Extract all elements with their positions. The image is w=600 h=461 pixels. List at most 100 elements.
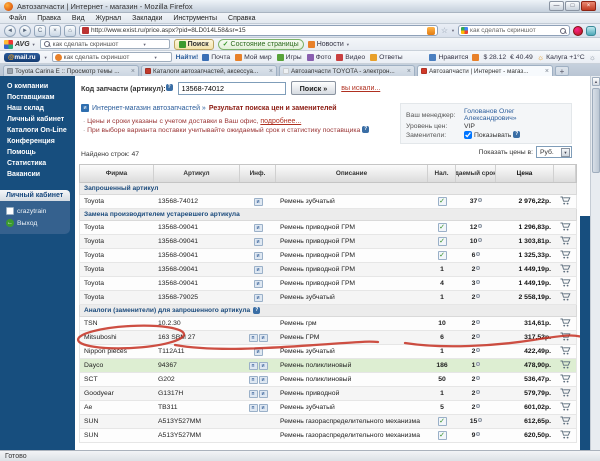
add-to-cart-button[interactable] — [554, 196, 576, 207]
mailru-item-0[interactable]: Почта — [202, 54, 230, 61]
add-to-cart-button[interactable] — [554, 264, 576, 275]
search-parts-button[interactable]: Поиск » — [291, 81, 337, 95]
tab-1[interactable]: Каталоги автозапчастей, аксессуа...× — [141, 65, 277, 76]
browser-search-box[interactable] — [458, 25, 570, 36]
close-button[interactable]: × — [581, 1, 596, 11]
menu-item-4[interactable]: Закладки — [127, 15, 167, 22]
url-input[interactable] — [91, 27, 425, 34]
sidebar-item-5[interactable]: Конференция — [0, 136, 75, 147]
avg-badge-icon[interactable] — [573, 26, 583, 36]
menu-item-1[interactable]: Правка — [32, 15, 66, 22]
news-dropdown-icon[interactable]: ▼ — [346, 42, 350, 47]
mailru-item-1[interactable]: Мой мир — [235, 54, 271, 61]
usd-rate[interactable]: $ 28.12 — [483, 54, 506, 61]
add-to-cart-button[interactable] — [554, 292, 576, 303]
help-icon[interactable]: ? — [513, 131, 520, 138]
mailru-logo[interactable]: @mail.ru — [4, 53, 40, 62]
add-to-cart-button[interactable] — [554, 236, 576, 247]
help-icon[interactable]: ? — [166, 84, 173, 91]
part-info-icon[interactable]: п — [249, 334, 258, 342]
search-engine-icon[interactable] — [461, 27, 468, 34]
menu-item-2[interactable]: Вид — [67, 15, 90, 22]
search-history-link[interactable]: вы искали... — [341, 85, 380, 92]
add-to-cart-button[interactable] — [554, 222, 576, 233]
part-info-icon[interactable]: и — [254, 280, 263, 288]
part-info-icon[interactable]: и — [254, 238, 263, 246]
part-info-icon[interactable]: и — [254, 266, 263, 274]
sidebar-item-1[interactable]: Поставщикам — [0, 92, 75, 103]
breadcrumb-section[interactable]: Интернет-магазин автозапчастей » — [92, 105, 206, 112]
gear-icon[interactable]: ☼ — [589, 53, 596, 62]
part-info-icon[interactable]: и — [254, 224, 263, 232]
mailru-search-input[interactable] — [64, 54, 152, 61]
help-icon[interactable]: ? — [253, 307, 260, 314]
scroll-up-icon[interactable]: ▲ — [592, 77, 600, 86]
part-info-icon[interactable]: п — [249, 362, 258, 370]
menu-item-5[interactable]: Инструменты — [168, 15, 222, 22]
show-substitutes-checkbox[interactable] — [464, 131, 472, 139]
part-info-icon[interactable]: и — [254, 294, 263, 302]
tab-close-icon[interactable]: × — [407, 68, 411, 75]
part-info-icon[interactable]: и — [259, 404, 268, 412]
menu-item-0[interactable]: Файл — [4, 15, 31, 22]
maximize-button[interactable]: □ — [565, 1, 580, 11]
details-link[interactable]: подробнее... — [260, 118, 301, 125]
forward-button[interactable]: ► — [19, 25, 31, 37]
part-info-icon[interactable]: п — [249, 404, 258, 412]
minimize-button[interactable]: — — [549, 1, 564, 11]
vertical-scrollbar[interactable]: ▲ — [590, 76, 600, 450]
part-info-icon[interactable]: и — [254, 348, 263, 356]
tab-close-icon[interactable]: × — [131, 68, 135, 75]
new-tab-button[interactable]: + — [555, 66, 569, 76]
tab-3[interactable]: Автозапчасти | Интернет - магаз...× — [417, 65, 553, 76]
sidebar-item-0[interactable]: О компании — [0, 81, 75, 92]
part-info-icon[interactable]: и — [254, 198, 263, 206]
col-article[interactable]: Артикул — [154, 165, 240, 182]
bookmark-icon[interactable] — [472, 54, 479, 61]
col-info[interactable]: Инф. — [240, 165, 276, 182]
avg-news-button[interactable]: Новости ▼ — [308, 41, 350, 48]
browser-search-input[interactable] — [470, 27, 557, 34]
mailru-item-4[interactable]: Видео — [336, 54, 365, 61]
part-info-icon[interactable]: и — [259, 362, 268, 370]
mailru-item-3[interactable]: Фото — [307, 54, 332, 61]
add-to-cart-button[interactable] — [554, 360, 576, 371]
mailru-search-box[interactable]: ▼ — [52, 52, 172, 62]
add-to-cart-button[interactable] — [554, 402, 576, 413]
tab-0[interactable]: Toyota Carina E :: Просмотр темы ...× — [3, 65, 139, 76]
add-to-cart-button[interactable] — [554, 318, 576, 329]
eur-rate[interactable]: € 40.49 — [510, 54, 533, 61]
add-to-cart-button[interactable] — [554, 346, 576, 357]
menu-item-6[interactable]: Справка — [223, 15, 260, 22]
tab-close-icon[interactable]: × — [545, 68, 549, 75]
sidebar-item-4[interactable]: Каталоги On-Line — [0, 125, 75, 136]
tab-2[interactable]: Автозапчасти TOYOTA - электрон...× — [279, 65, 415, 76]
currency-select[interactable]: Руб. ▼ — [536, 146, 572, 158]
mailru-find-button[interactable]: Найти! — [176, 54, 199, 61]
mailru-item-2[interactable]: Игры — [277, 54, 302, 61]
home-button[interactable]: ⌂ — [64, 25, 76, 37]
rss-icon[interactable] — [427, 27, 435, 35]
mailru-dropdown-icon[interactable]: ▼ — [44, 55, 48, 60]
sidebar-item-7[interactable]: Статистика — [0, 158, 75, 169]
sidebar-item-6[interactable]: Помощь — [0, 147, 75, 158]
help-icon[interactable]: ? — [362, 126, 369, 133]
col-availability[interactable]: Нал. — [428, 165, 456, 182]
reload-button[interactable]: C — [34, 25, 46, 37]
part-info-icon[interactable]: и — [254, 252, 263, 260]
avg-dropdown-icon[interactable]: ▼ — [32, 42, 36, 47]
sidebar-item-8[interactable]: Вакансии — [0, 169, 75, 180]
avg-logo[interactable]: AVG ▼ — [4, 40, 36, 49]
part-info-icon[interactable]: п — [249, 390, 258, 398]
add-to-cart-button[interactable] — [554, 430, 576, 441]
part-info-icon[interactable]: и — [259, 334, 268, 342]
add-to-cart-button[interactable] — [554, 278, 576, 289]
part-code-input[interactable] — [178, 82, 286, 95]
back-button[interactable]: ◄ — [4, 25, 16, 37]
address-bar[interactable] — [79, 25, 438, 36]
sidebar-item-2[interactable]: Наш склад — [0, 103, 75, 114]
add-to-cart-button[interactable] — [554, 332, 576, 343]
col-firm[interactable]: Фирма — [80, 165, 154, 182]
page-status-button[interactable]: ✓ Состояние страницы — [218, 39, 304, 50]
avg-search-dropdown-icon[interactable]: ▼ — [143, 42, 147, 47]
